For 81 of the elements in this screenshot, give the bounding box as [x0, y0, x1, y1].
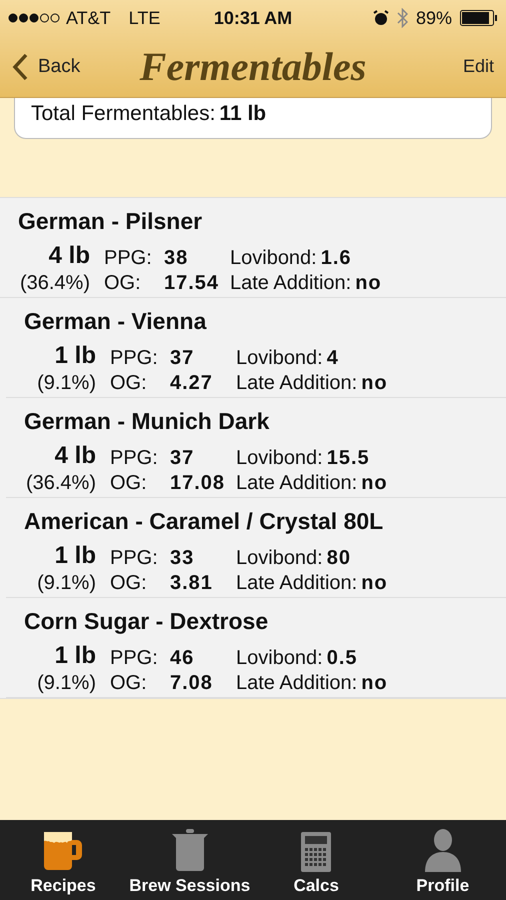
og-label: OG:	[110, 472, 148, 495]
fermentable-row[interactable]: Corn Sugar - Dextrose 1 lb PPG: 46 Lovibond: 0.5 (9.1%) OG: 7.08 Late Addition: no	[6, 598, 506, 698]
og-label: OG:	[110, 672, 148, 695]
lovibond-label: Lovibond:	[236, 447, 323, 470]
network-label: LTE	[128, 8, 160, 28]
og-label: OG:	[104, 272, 142, 295]
fermentable-row[interactable]: German - Pilsner 4 lb PPG: 38 Lovibond: 1.6 (36.4%) OG: 17.54 Late Addition: no	[0, 198, 506, 298]
lovibond-label: Lovibond:	[236, 647, 323, 670]
og-value: 4.27	[170, 372, 214, 395]
late-addition-label: Late Addition:	[236, 572, 358, 595]
weight-value: 4 lb	[54, 442, 97, 470]
carrier-label: AT&T	[66, 8, 111, 28]
fermentable-name: German - Pilsner	[18, 208, 204, 236]
signal-icon	[8, 13, 60, 23]
lovibond-value: 15.5	[326, 447, 370, 470]
percent-value: (9.1%)	[36, 672, 97, 695]
ppg-label: PPG:	[110, 547, 159, 570]
tab-item[interactable]: Profile	[380, 820, 506, 900]
weight-value: 1 lb	[54, 642, 97, 670]
lovibond-value: 0.5	[326, 647, 358, 670]
fermentable-name: German - Munich Dark	[24, 408, 270, 436]
fermentable-name: German - Vienna	[24, 308, 208, 336]
og-value: 17.08	[170, 472, 226, 495]
percent-value: (9.1%)	[36, 372, 97, 395]
late-addition-value: no	[361, 472, 388, 495]
late-addition-value: no	[361, 672, 388, 695]
lovibond-label: Lovibond:	[230, 247, 317, 270]
clock-time: 10:31 AM	[214, 8, 292, 28]
og-label: OG:	[110, 572, 148, 595]
og-label: OG:	[110, 372, 148, 395]
ppg-label: PPG:	[110, 447, 159, 470]
page-title: Fermentables	[140, 43, 366, 90]
lovibond-label: Lovibond:	[236, 347, 323, 370]
tab-item[interactable]: Brew Sessions	[126, 820, 253, 900]
late-addition-label: Late Addition:	[236, 372, 358, 395]
back-button[interactable]: Back	[12, 52, 140, 80]
bluetooth-icon	[396, 8, 408, 28]
late-addition-label: Late Addition:	[236, 672, 358, 695]
lovibond-value: 1.6	[320, 247, 352, 270]
battery-percent: 89%	[416, 8, 452, 28]
ppg-label: PPG:	[110, 347, 159, 370]
chevron-left-icon	[12, 52, 28, 80]
total-value: 11 lb	[219, 102, 266, 126]
pot-icon	[170, 828, 210, 872]
tab-item[interactable]: Calcs	[253, 820, 380, 900]
total-label: Total Fermentables:	[31, 102, 216, 126]
lovibond-value: 80	[326, 547, 351, 570]
percent-value: (9.1%)	[36, 572, 97, 595]
lovibond-label: Lovibond:	[236, 547, 323, 570]
percent-value: (36.4%)	[24, 472, 97, 495]
weight-value: 1 lb	[54, 542, 97, 570]
fermentable-name: American - Caramel / Crystal 80L	[24, 508, 384, 536]
weight-value: 1 lb	[54, 342, 97, 370]
person-icon	[424, 828, 461, 872]
late-addition-value: no	[361, 572, 388, 595]
fermentable-row[interactable]: German - Munich Dark 4 lb PPG: 37 Lovibond: 15.5 (36.4%) OG: 17.08 Late Addition: no	[6, 398, 506, 498]
late-addition-label: Late Addition:	[230, 272, 352, 295]
lovibond-value: 4	[326, 347, 339, 370]
ppg-label: PPG:	[104, 247, 153, 270]
ppg-value: 37	[170, 347, 196, 370]
tab-item[interactable]: Recipes	[0, 820, 126, 900]
ppg-value: 38	[164, 247, 190, 270]
ppg-label: PPG:	[110, 647, 159, 670]
edit-button[interactable]: Edit	[366, 56, 494, 77]
late-addition-value: no	[355, 272, 382, 295]
percent-value: (36.4%)	[18, 272, 91, 295]
calculator-icon	[301, 832, 332, 872]
late-addition-value: no	[361, 372, 388, 395]
alarm-clock-icon	[372, 10, 389, 26]
fermentable-name: Corn Sugar - Dextrose	[24, 608, 270, 636]
ppg-value: 33	[170, 547, 196, 570]
fermentable-row[interactable]: German - Vienna 1 lb PPG: 37 Lovibond: 4 (9.1%) OG: 4.27 Late Addition: no	[6, 298, 506, 398]
ppg-value: 46	[170, 647, 196, 670]
ppg-value: 37	[170, 447, 196, 470]
fermentable-row[interactable]: American - Caramel / Crystal 80L 1 lb PPG: 33 Lovibond: 80 (9.1%) OG: 3.81 Late Addition: no	[6, 498, 506, 598]
battery-icon	[460, 10, 498, 26]
og-value: 7.08	[170, 672, 214, 695]
og-value: 3.81	[170, 572, 214, 595]
weight-value: 4 lb	[48, 242, 91, 270]
late-addition-label: Late Addition:	[236, 472, 358, 495]
og-value: 17.54	[164, 272, 220, 295]
